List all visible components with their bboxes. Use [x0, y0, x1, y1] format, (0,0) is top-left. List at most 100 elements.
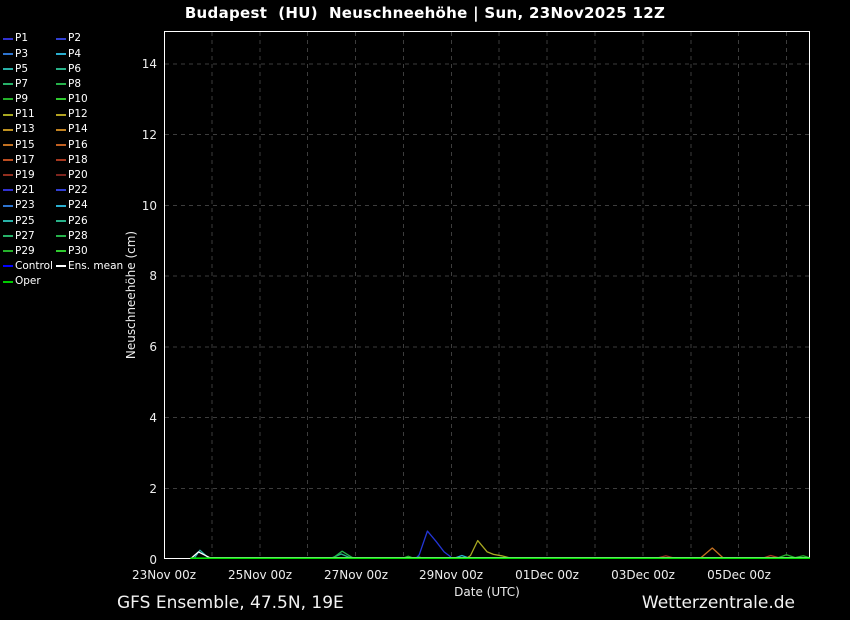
- y-tick-14: 14: [108, 57, 157, 71]
- legend-label-p30: P30: [68, 246, 88, 257]
- legend-item-p25: P25: [3, 213, 56, 228]
- legend-swatch-ens-mean: [56, 265, 66, 267]
- legend-label-p23: P23: [15, 200, 35, 211]
- legend-label-p26: P26: [68, 216, 88, 227]
- legend-item-p5: P5: [3, 61, 56, 76]
- legend-item-p15: P15: [3, 137, 56, 152]
- legend-item-p22: P22: [56, 183, 123, 198]
- legend-label-p9: P9: [15, 94, 28, 105]
- legend-label-p29: P29: [15, 246, 35, 257]
- legend-label-p14: P14: [68, 124, 88, 135]
- legend-item-oper: Oper: [3, 274, 56, 289]
- legend-swatch-p16: [56, 144, 66, 146]
- x-tick-29nov: 29Nov 00z: [403, 568, 499, 582]
- legend: P1 P2 P3 P4 P5 P6 P7 P8 P9 P10 P11 P12 P…: [3, 31, 123, 289]
- legend-swatch-p4: [56, 53, 66, 55]
- x-axis-label: Date (UTC): [387, 585, 587, 599]
- legend-item-p13: P13: [3, 122, 56, 137]
- legend-item-p3: P3: [3, 46, 56, 61]
- legend-swatch-p28: [56, 235, 66, 237]
- legend-item-p2: P2: [56, 31, 123, 46]
- x-tick-03dec: 03Dec 00z: [595, 568, 691, 582]
- legend-swatch-p23: [3, 205, 13, 207]
- legend-swatch-oper: [3, 281, 13, 283]
- legend-label-p27: P27: [15, 231, 35, 242]
- legend-item-p28: P28: [56, 228, 123, 243]
- legend-item-p21: P21: [3, 183, 56, 198]
- legend-swatch-p11: [3, 114, 13, 116]
- legend-swatch-p12: [56, 114, 66, 116]
- legend-swatch-p30: [56, 250, 66, 252]
- legend-label-p21: P21: [15, 185, 35, 196]
- y-tick-6: 6: [108, 340, 157, 354]
- legend-swatch-p6: [56, 68, 66, 70]
- page-title: Budapest (HU) Neuschneehöhe | Sun, 23Nov…: [0, 4, 850, 22]
- legend-swatch-p9: [3, 98, 13, 100]
- legend-label-oper: Oper: [15, 276, 41, 287]
- footer-brand: Wetterzentrale.de: [642, 593, 795, 613]
- legend-swatch-p24: [56, 205, 66, 207]
- page: { "title": "Budapest (HU) Neuschneehöhe …: [0, 0, 850, 620]
- legend-label-p17: P17: [15, 155, 35, 166]
- legend-label-p22: P22: [68, 185, 88, 196]
- x-tick-05dec: 05Dec 00z: [691, 568, 787, 582]
- y-tick-0: 0: [108, 553, 157, 567]
- legend-swatch-p29: [3, 250, 13, 252]
- legend-item-p30: P30: [56, 244, 123, 259]
- legend-label-p2: P2: [68, 33, 81, 44]
- legend-item-p1: P1: [3, 31, 56, 46]
- legend-item-p12: P12: [56, 107, 123, 122]
- legend-item-p8: P8: [56, 77, 123, 92]
- legend-swatch-p26: [56, 220, 66, 222]
- x-tick-01dec: 01Dec 00z: [499, 568, 595, 582]
- legend-label-p6: P6: [68, 64, 81, 75]
- y-tick-10: 10: [108, 199, 157, 213]
- legend-swatch-p21: [3, 189, 13, 191]
- legend-label-p3: P3: [15, 49, 28, 60]
- footer-model-info: GFS Ensemble, 47.5N, 19E: [117, 593, 344, 613]
- legend-label-p12: P12: [68, 109, 88, 120]
- legend-swatch-p7: [3, 83, 13, 85]
- legend-label-p18: P18: [68, 155, 88, 166]
- legend-item-p11: P11: [3, 107, 56, 122]
- legend-swatch-p17: [3, 159, 13, 161]
- legend-label-p7: P7: [15, 79, 28, 90]
- legend-swatch-p20: [56, 174, 66, 176]
- legend-item-p23: P23: [3, 198, 56, 213]
- legend-swatch-p22: [56, 189, 66, 191]
- legend-label-p15: P15: [15, 140, 35, 151]
- legend-label-p10: P10: [68, 94, 88, 105]
- legend-item-p26: P26: [56, 213, 123, 228]
- legend-item-p20: P20: [56, 168, 123, 183]
- legend-item-p18: P18: [56, 153, 123, 168]
- legend-label-p5: P5: [15, 64, 28, 75]
- legend-label-p13: P13: [15, 124, 35, 135]
- legend-swatch-p2: [56, 38, 66, 40]
- legend-label-p4: P4: [68, 49, 81, 60]
- legend-swatch-p15: [3, 144, 13, 146]
- legend-swatch-p13: [3, 129, 13, 131]
- legend-item-control: Control: [3, 259, 56, 274]
- legend-label-control: Control: [15, 261, 53, 272]
- ensemble-plot: [164, 31, 810, 559]
- legend-swatch-p18: [56, 159, 66, 161]
- y-tick-8: 8: [108, 269, 157, 283]
- legend-swatch-p14: [56, 129, 66, 131]
- legend-label-p11: P11: [15, 109, 35, 120]
- x-tick-25nov: 25Nov 00z: [212, 568, 308, 582]
- y-tick-4: 4: [108, 411, 157, 425]
- legend-label-p16: P16: [68, 140, 88, 151]
- legend-swatch-p19: [3, 174, 13, 176]
- legend-label-p24: P24: [68, 200, 88, 211]
- legend-item-p19: P19: [3, 168, 56, 183]
- legend-swatch-p3: [3, 53, 13, 55]
- legend-label-p20: P20: [68, 170, 88, 181]
- legend-item-p10: P10: [56, 92, 123, 107]
- legend-swatch-p8: [56, 83, 66, 85]
- legend-label-p8: P8: [68, 79, 81, 90]
- y-tick-12: 12: [108, 128, 157, 142]
- legend-label-p25: P25: [15, 216, 35, 227]
- y-tick-2: 2: [108, 482, 157, 496]
- legend-label-p19: P19: [15, 170, 35, 181]
- legend-swatch-p5: [3, 68, 13, 70]
